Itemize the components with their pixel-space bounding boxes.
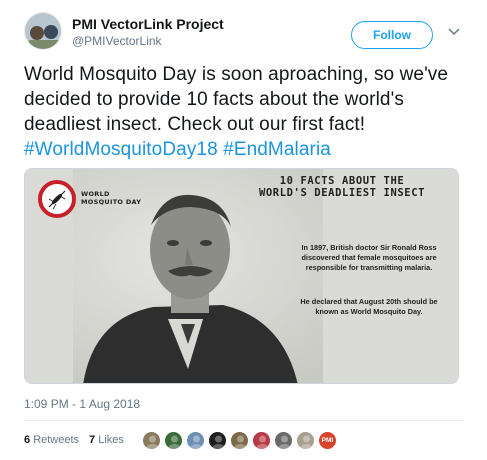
fact-paragraph-1: In 1897, British doctor Sir Ronald Ross … — [301, 243, 437, 272]
author-name[interactable]: PMI VectorLink Project — [72, 16, 224, 32]
retweets-count: 6 — [24, 434, 31, 446]
logo-line-2: MOSQUITO DAY — [81, 198, 142, 206]
liker-avatar-pmi[interactable]: PMI — [317, 430, 337, 450]
hashtag-link[interactable]: #WorldMosquitoDay18 — [24, 139, 218, 160]
liker-avatar[interactable] — [207, 430, 227, 450]
hashtag-link[interactable]: #EndMalaria — [223, 139, 331, 160]
media-title-line-1: 10 FACTS ABOUT THE — [279, 175, 405, 187]
liker-avatar[interactable] — [141, 430, 161, 450]
tweet-body: World Mosquito Day is soon aproaching, s… — [24, 64, 449, 135]
liker-avatar[interactable] — [251, 430, 271, 450]
likes-count: 7 — [89, 434, 96, 446]
liker-avatar[interactable] — [229, 430, 249, 450]
media-title: 10 FACTS ABOUT THE WORLD'S DEADLIEST INS… — [242, 175, 442, 199]
tweet-media-image[interactable]: WORLD MOSQUITO DAY 10 FACTS ABOUT THE WO… — [24, 168, 459, 384]
author-handle[interactable]: @PMIVectorLink — [72, 34, 162, 48]
retweets-label: Retweets — [33, 434, 80, 446]
likes-label: Likes — [98, 434, 124, 446]
liker-avatars: PMI — [141, 430, 340, 450]
chevron-down-icon[interactable] — [446, 24, 462, 40]
liker-avatar[interactable] — [185, 430, 205, 450]
liker-avatar[interactable] — [273, 430, 293, 450]
media-title-line-2: WORLD'S DEADLIEST INSECT — [258, 187, 426, 199]
liker-avatar[interactable] — [295, 430, 315, 450]
tweet-text: World Mosquito Day is soon aproaching, s… — [24, 62, 466, 162]
liker-avatar[interactable] — [163, 430, 183, 450]
author-avatar[interactable] — [24, 12, 62, 50]
logo-text: WORLD MOSQUITO DAY — [81, 190, 141, 206]
follow-button[interactable]: Follow — [351, 21, 433, 49]
mosquito-icon — [38, 180, 76, 218]
logo-line-1: WORLD — [81, 190, 110, 198]
fact-paragraph-2: He declared that August 20th should be k… — [300, 297, 438, 316]
world-mosquito-day-logo: WORLD MOSQUITO DAY — [37, 179, 147, 219]
retweets-stat[interactable]: 6 Retweets — [24, 434, 79, 446]
divider — [24, 420, 464, 421]
likes-stat[interactable]: 7 Likes — [89, 434, 124, 446]
tweet-timestamp[interactable]: 1:09 PM - 1 Aug 2018 — [24, 397, 140, 411]
tweet-stats: 6 Retweets 7 Likes PMI — [24, 428, 340, 452]
tweet-header: PMI VectorLink Project @PMIVectorLink Fo… — [24, 12, 464, 56]
